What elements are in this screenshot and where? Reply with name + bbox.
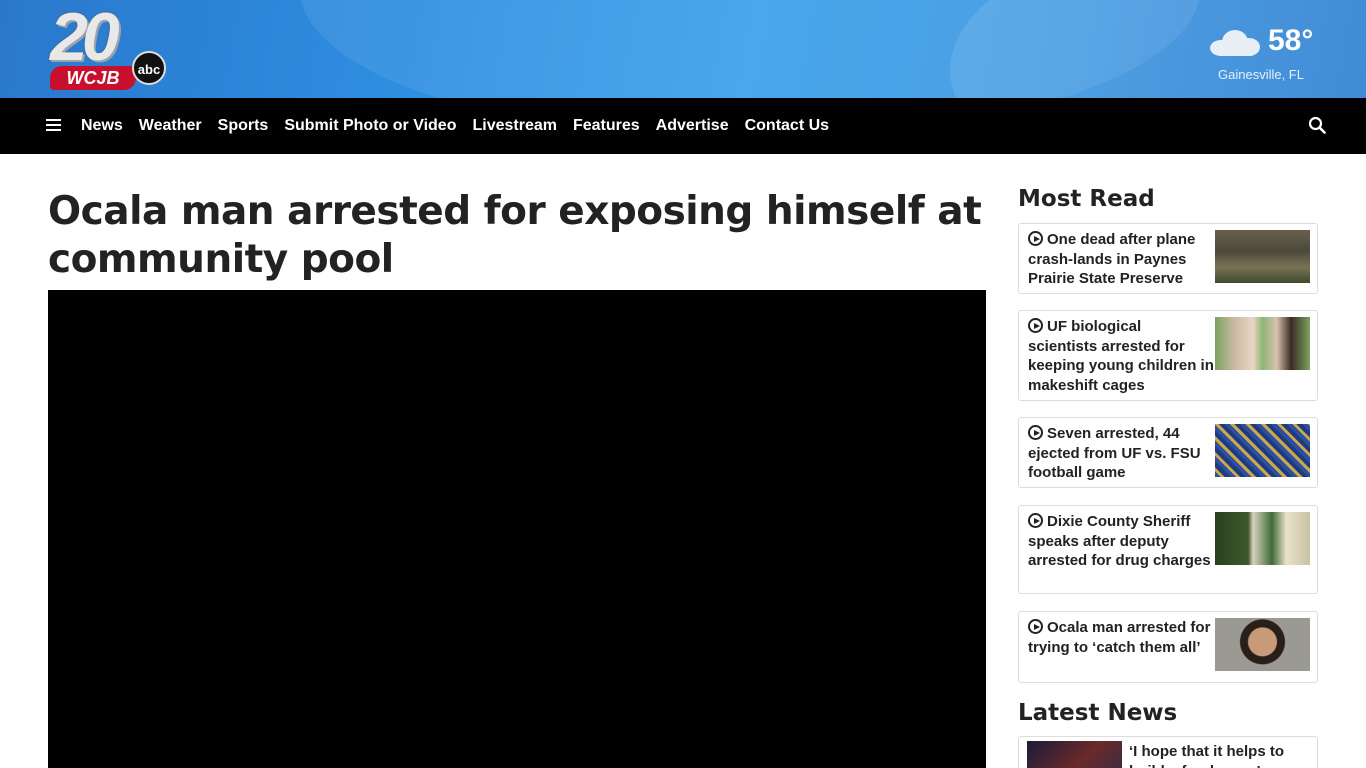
nav-item-sports[interactable]: Sports [218,117,269,135]
nav-item-contact-us[interactable]: Contact Us [745,117,829,135]
most-read-title: Most Read [1018,186,1155,212]
logo-channel-number: 20 [50,0,120,75]
nav-item-advertise[interactable]: Advertise [656,117,729,135]
most-read-section: Most Read One dead after plane crash-lan… [1018,186,1318,683]
latest-news-title: Latest News [1018,700,1178,726]
nav-links: News Weather Sports Submit Photo or Vide… [81,98,829,154]
most-read-item-title: Seven arrested, 44 ejected from UF vs. F… [1028,425,1201,481]
most-read-item-title: UF biological scientists arrested for ke… [1028,318,1214,394]
most-read-item[interactable]: Ocala man arrested for trying to ‘catch … [1018,611,1318,683]
nav-item-news[interactable]: News [81,117,123,135]
most-read-item-thumbnail [1215,424,1310,477]
most-read-item-thumbnail [1215,512,1310,565]
nav-item-weather[interactable]: Weather [139,117,202,135]
latest-news-item-title: ‘I hope that it helps to build a foodsca… [1129,743,1284,768]
play-icon [1028,513,1043,528]
article-headline: Ocala man arrested for exposing himself … [48,189,982,282]
hamburger-icon[interactable] [46,119,61,132]
most-read-item[interactable]: Dixie County Sheriff speaks after deputy… [1018,505,1318,594]
site-header: 20 WCJB abc 58° Gainesville, FL [0,0,1366,98]
nav-item-livestream[interactable]: Livestream [472,117,557,135]
latest-news-item-thumbnail [1027,741,1122,768]
most-read-item-thumbnail [1215,317,1310,370]
most-read-item-title: Ocala man arrested for trying to ‘catch … [1028,619,1211,656]
play-icon [1028,231,1043,246]
latest-news-item[interactable]: ‘I hope that it helps to build a foodsca… [1018,736,1318,768]
logo-call-sign: WCJB [50,66,136,90]
play-icon [1028,425,1043,440]
cloud-icon [1210,30,1262,56]
play-icon [1028,619,1043,634]
logo-network: abc [132,51,166,85]
nav-item-submit-photo-video[interactable]: Submit Photo or Video [284,117,456,135]
station-logo[interactable]: 20 WCJB abc [48,0,168,92]
weather-widget[interactable]: 58° Gainesville, FL [1206,22,1326,86]
weather-temperature: 58° [1268,24,1314,57]
video-player[interactable] [48,290,986,768]
most-read-item[interactable]: UF biological scientists arrested for ke… [1018,310,1318,401]
most-read-item-title: Dixie County Sheriff speaks after deputy… [1028,513,1211,569]
most-read-item-thumbnail [1215,618,1310,671]
most-read-item-title: One dead after plane crash-lands in Payn… [1028,231,1196,287]
most-read-item-thumbnail [1215,230,1310,283]
most-read-item[interactable]: One dead after plane crash-lands in Payn… [1018,223,1318,294]
main-nav: News Weather Sports Submit Photo or Vide… [0,98,1366,154]
most-read-item[interactable]: Seven arrested, 44 ejected from UF vs. F… [1018,417,1318,488]
play-icon [1028,318,1043,333]
search-icon[interactable] [1308,116,1326,134]
nav-item-features[interactable]: Features [573,117,640,135]
weather-location: Gainesville, FL [1218,67,1304,82]
